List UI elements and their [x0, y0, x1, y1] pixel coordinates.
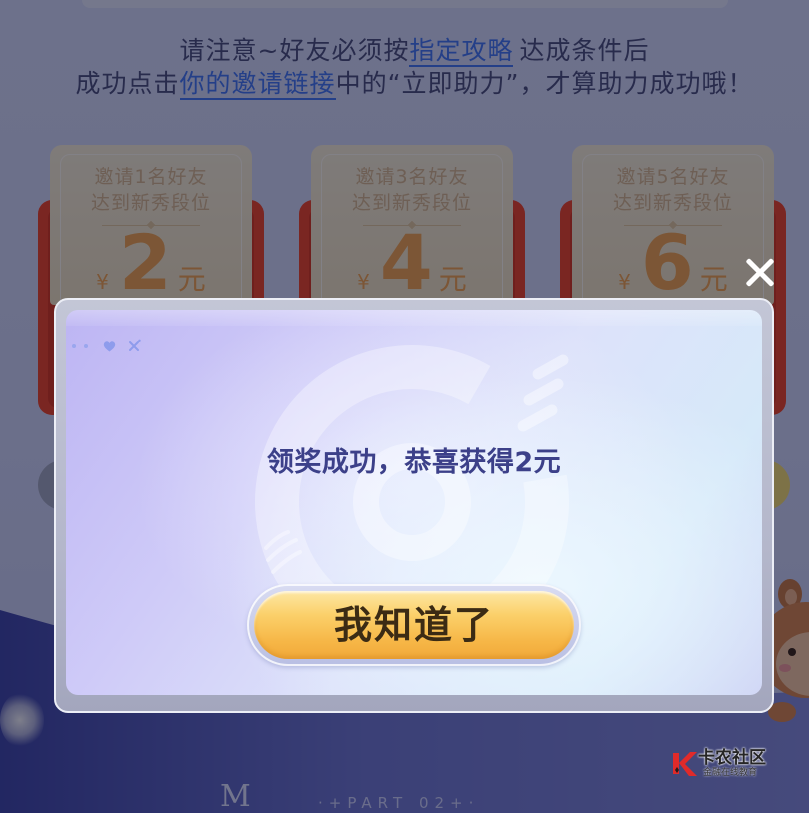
kanong-logo-icon — [673, 752, 697, 776]
modal-panel: 领奖成功，恭喜获得2元 我知道了 — [66, 310, 762, 695]
dot-icon — [72, 344, 76, 348]
close-icon — [742, 254, 778, 290]
watermark-subtitle: 金融在线教育 — [703, 768, 758, 778]
decor-icons — [72, 339, 142, 353]
confirm-button-label: 我知道了 — [333, 603, 494, 647]
confirm-button[interactable]: 我知道了 — [247, 584, 581, 666]
heart-icon — [103, 341, 116, 352]
sparkle-icon — [129, 339, 141, 351]
dot-icon — [84, 344, 88, 348]
watermark: 卡农社区 金融在线教育 — [670, 748, 770, 782]
confirm-button-face[interactable]: 我知道了 — [254, 591, 574, 659]
watermark-name: 卡农社区 — [698, 748, 766, 768]
page: 请注意~好友必须按指定攻略达成条件后 成功点击你的邀请链接中的“立即助力”，才算… — [0, 0, 809, 813]
close-button[interactable] — [742, 254, 778, 290]
reward-success-modal: 领奖成功，恭喜获得2元 我知道了 — [54, 298, 774, 713]
reward-message: 领奖成功，恭喜获得2元 — [266, 447, 562, 478]
